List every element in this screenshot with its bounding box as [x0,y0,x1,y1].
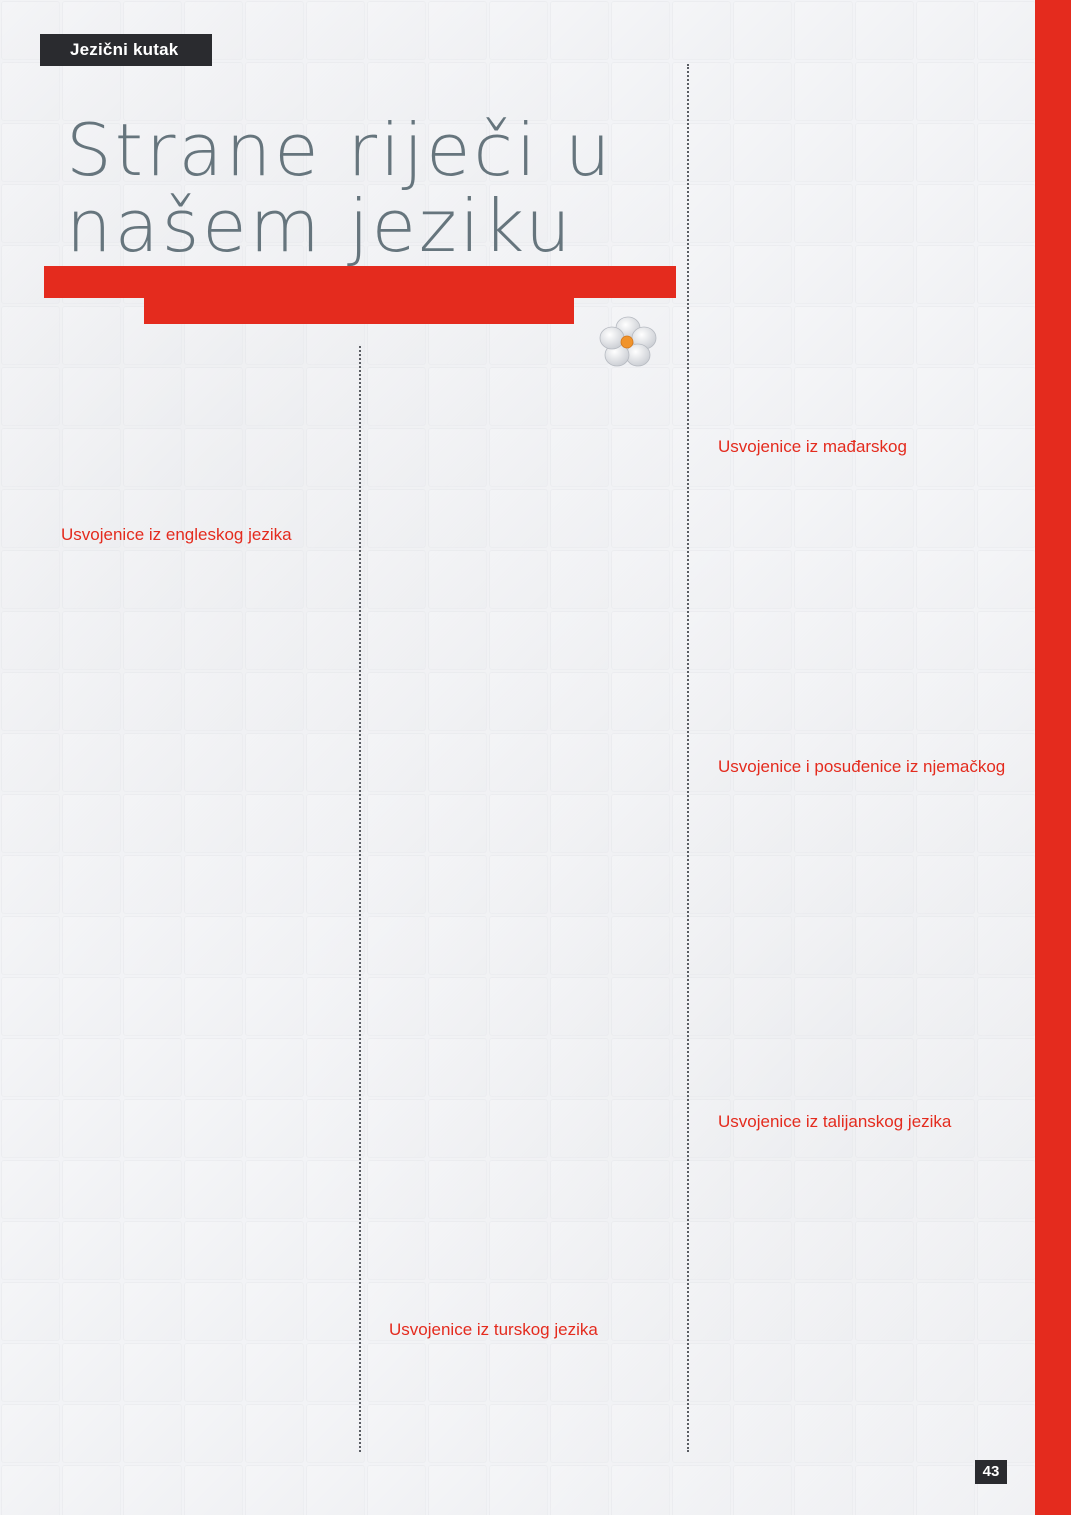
heading-italian-loanwords: Usvojenice iz talijanskog jezika [718,1112,952,1131]
section-tag: Jezični kutak [40,34,212,66]
heading-english-loanwords: Usvojenice iz engleskog jezika [61,525,292,544]
page-title-line-2: našem jeziku [66,184,574,268]
page-title: Strane riječi u našem jeziku [66,112,706,264]
page-number: 43 [975,1460,1007,1484]
heading-german-loanwords: Usvojenice i posuđenice iz njemačkog [718,757,1006,776]
heading-turkish-loanwords: Usvojenice iz turskog jezika [389,1320,598,1339]
page-title-line-1: Strane riječi u [66,108,614,192]
flower-icon [599,316,657,367]
title-underline-bar-lower [144,294,574,324]
heading-hungarian-loanwords: Usvojenice iz mađarskog [718,437,907,456]
column-divider-left [359,346,361,1452]
column-divider-right [687,64,689,1452]
right-edge-red-bar [1035,0,1071,1515]
